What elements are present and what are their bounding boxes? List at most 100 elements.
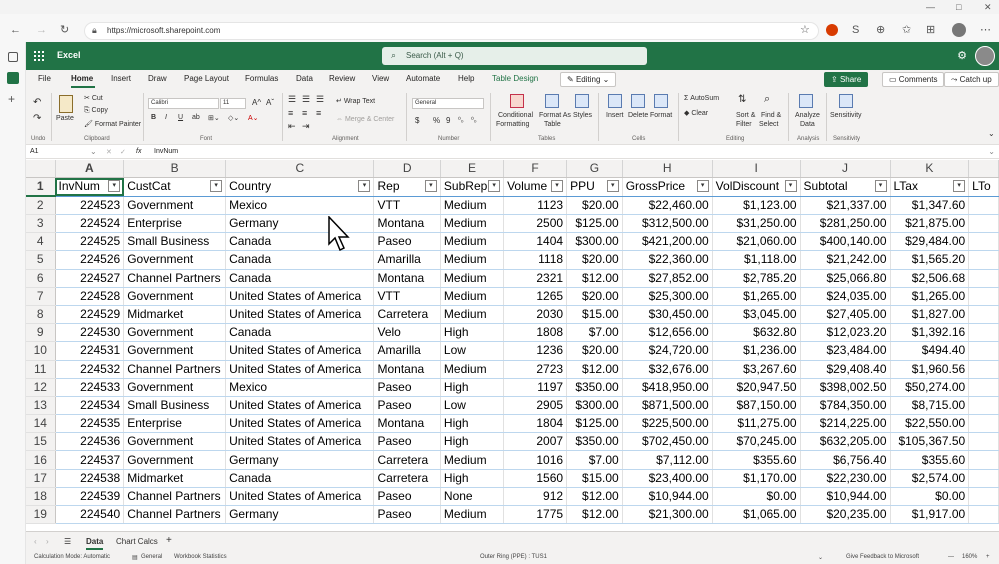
tab-view[interactable]: View — [372, 74, 389, 83]
table-cell[interactable]: $632,205.00 — [800, 432, 891, 452]
table-cell[interactable]: $12.00 — [566, 487, 623, 507]
expand-formula-icon[interactable]: ⌄ — [988, 147, 995, 156]
share-button[interactable]: ⇪ Share — [824, 72, 869, 87]
table-cell[interactable]: Mexico — [225, 196, 375, 215]
table-cell[interactable]: Government — [123, 378, 227, 397]
table-cell[interactable]: 2030 — [503, 305, 568, 325]
table-cell[interactable]: $281,250.00 — [800, 214, 891, 234]
table-cell[interactable]: $1,236.00 — [712, 341, 801, 361]
table-cell[interactable]: Medium — [440, 305, 505, 325]
table-cell[interactable]: $1,265.00 — [712, 287, 801, 306]
table-cell[interactable]: Government — [123, 432, 227, 452]
filter-dropdown-icon[interactable]: ▾ — [784, 180, 797, 193]
delete-cells-icon[interactable] — [631, 94, 645, 108]
table-header-cell[interactable]: CustCat ▾ — [123, 177, 227, 197]
column-header[interactable]: D — [373, 160, 441, 178]
table-label[interactable]: Table — [544, 121, 561, 128]
table-cell[interactable] — [968, 360, 999, 379]
table-cell[interactable]: Paseo — [373, 232, 441, 252]
table-cell[interactable]: $15.00 — [566, 305, 623, 325]
table-cell[interactable]: $3,045.00 — [712, 305, 801, 325]
table-cell[interactable]: $418,950.00 — [622, 378, 713, 397]
table-cell[interactable]: $1,392.16 — [890, 323, 970, 343]
font-color-icon[interactable]: A⌄ — [248, 114, 259, 122]
table-cell[interactable]: Medium — [440, 450, 505, 470]
table-cell[interactable]: 1560 — [503, 469, 568, 488]
table-cell[interactable]: $12,656.00 — [622, 323, 713, 343]
format-cells-icon[interactable] — [654, 94, 668, 108]
table-cell[interactable]: $1,347.60 — [890, 196, 970, 215]
table-cell[interactable]: Germany — [225, 214, 375, 234]
sort-filter-icon[interactable]: ⇅ — [738, 94, 746, 105]
row-header[interactable]: 11 — [26, 360, 56, 379]
table-cell[interactable]: Channel Partners — [123, 269, 227, 288]
table-cell[interactable]: 224526 — [55, 250, 125, 270]
new-tab-icon[interactable]: + — [8, 92, 15, 106]
table-cell[interactable]: Medium — [440, 214, 505, 234]
copy-button[interactable]: ⎘ Copy — [84, 107, 108, 115]
increase-font-icon[interactable]: A^ — [252, 98, 261, 107]
column-header[interactable]: G — [566, 160, 623, 178]
table-cell[interactable] — [968, 232, 999, 252]
table-cell[interactable] — [968, 414, 999, 434]
filter-dropdown-icon[interactable]: ▾ — [210, 180, 223, 193]
table-cell[interactable]: Mexico — [225, 378, 375, 397]
fill-color-icon[interactable]: ◇⌄ — [228, 114, 239, 122]
table-cell[interactable]: 224523 — [55, 196, 125, 215]
forward-icon[interactable]: → — [36, 24, 47, 36]
s-extension-icon[interactable]: S — [852, 24, 859, 36]
autosum-button[interactable]: Σ AutoSum — [684, 95, 719, 102]
table-cell[interactable]: 2500 — [503, 214, 568, 234]
analyze-data-icon[interactable] — [799, 94, 813, 108]
tab-table-design[interactable]: Table Design — [492, 74, 538, 83]
row-header[interactable]: 12 — [26, 378, 56, 397]
strikethrough-icon[interactable]: ab — [192, 114, 200, 121]
column-header[interactable]: B — [123, 160, 227, 178]
enter-icon[interactable]: ✓ — [120, 148, 126, 156]
tab-insert[interactable]: Insert — [111, 74, 131, 83]
row-header[interactable]: 19 — [26, 505, 56, 525]
cancel-icon[interactable]: ✕ — [106, 148, 112, 156]
table-cell[interactable]: 1808 — [503, 323, 568, 343]
table-cell[interactable]: Government — [123, 341, 227, 361]
table-cell[interactable] — [968, 469, 999, 488]
table-cell[interactable]: $12.00 — [566, 505, 623, 525]
table-cell[interactable]: Montana — [373, 214, 441, 234]
format-painter-button[interactable]: 🖌︎ Format Painter — [84, 120, 141, 128]
column-header[interactable]: K — [890, 160, 970, 178]
bold-button[interactable]: B — [151, 114, 156, 121]
column-header[interactable]: I — [712, 160, 801, 178]
table-cell[interactable]: $21,337.00 — [800, 196, 891, 215]
table-cell[interactable]: $10,944.00 — [622, 487, 713, 507]
table-cell[interactable] — [968, 396, 999, 416]
table-cell[interactable] — [968, 214, 999, 234]
cell-styles-icon[interactable] — [575, 94, 589, 108]
table-cell[interactable]: Medium — [440, 360, 505, 379]
currency-button[interactable]: $ — [415, 116, 419, 125]
sort-label[interactable]: Sort & — [736, 112, 755, 119]
table-cell[interactable]: $2,785.20 — [712, 269, 801, 288]
table-cell[interactable]: $22,460.00 — [622, 196, 713, 215]
table-cell[interactable]: Amarilla — [373, 341, 441, 361]
table-cell[interactable]: $20.00 — [566, 196, 623, 215]
table-cell[interactable]: Canada — [225, 269, 375, 288]
workbook-stats-status[interactable]: Workbook Statistics — [174, 554, 227, 560]
table-cell[interactable]: $6,756.40 — [800, 450, 891, 470]
table-cell[interactable]: Medium — [440, 250, 505, 270]
format-as-label[interactable]: Format As — [539, 112, 571, 119]
table-cell[interactable]: $70,245.00 — [712, 432, 801, 452]
table-header-cell[interactable]: Subtotal ▾ — [800, 177, 891, 197]
table-cell[interactable]: $87,150.00 — [712, 396, 801, 416]
table-cell[interactable]: $24,720.00 — [622, 341, 713, 361]
table-cell[interactable]: High — [440, 323, 505, 343]
sheet-tab-data[interactable]: Data — [86, 537, 104, 550]
table-cell[interactable]: $125.00 — [566, 214, 623, 234]
table-cell[interactable]: $31,250.00 — [712, 214, 801, 234]
table-cell[interactable]: Small Business — [123, 396, 227, 416]
table-cell[interactable]: Germany — [225, 505, 375, 525]
row-header[interactable]: 8 — [26, 305, 56, 325]
table-cell[interactable]: Medium — [440, 505, 505, 525]
zoom-level[interactable]: 160% — [962, 554, 977, 560]
column-header[interactable]: C — [225, 160, 375, 178]
align-top-icon[interactable]: ☰ — [288, 94, 296, 105]
